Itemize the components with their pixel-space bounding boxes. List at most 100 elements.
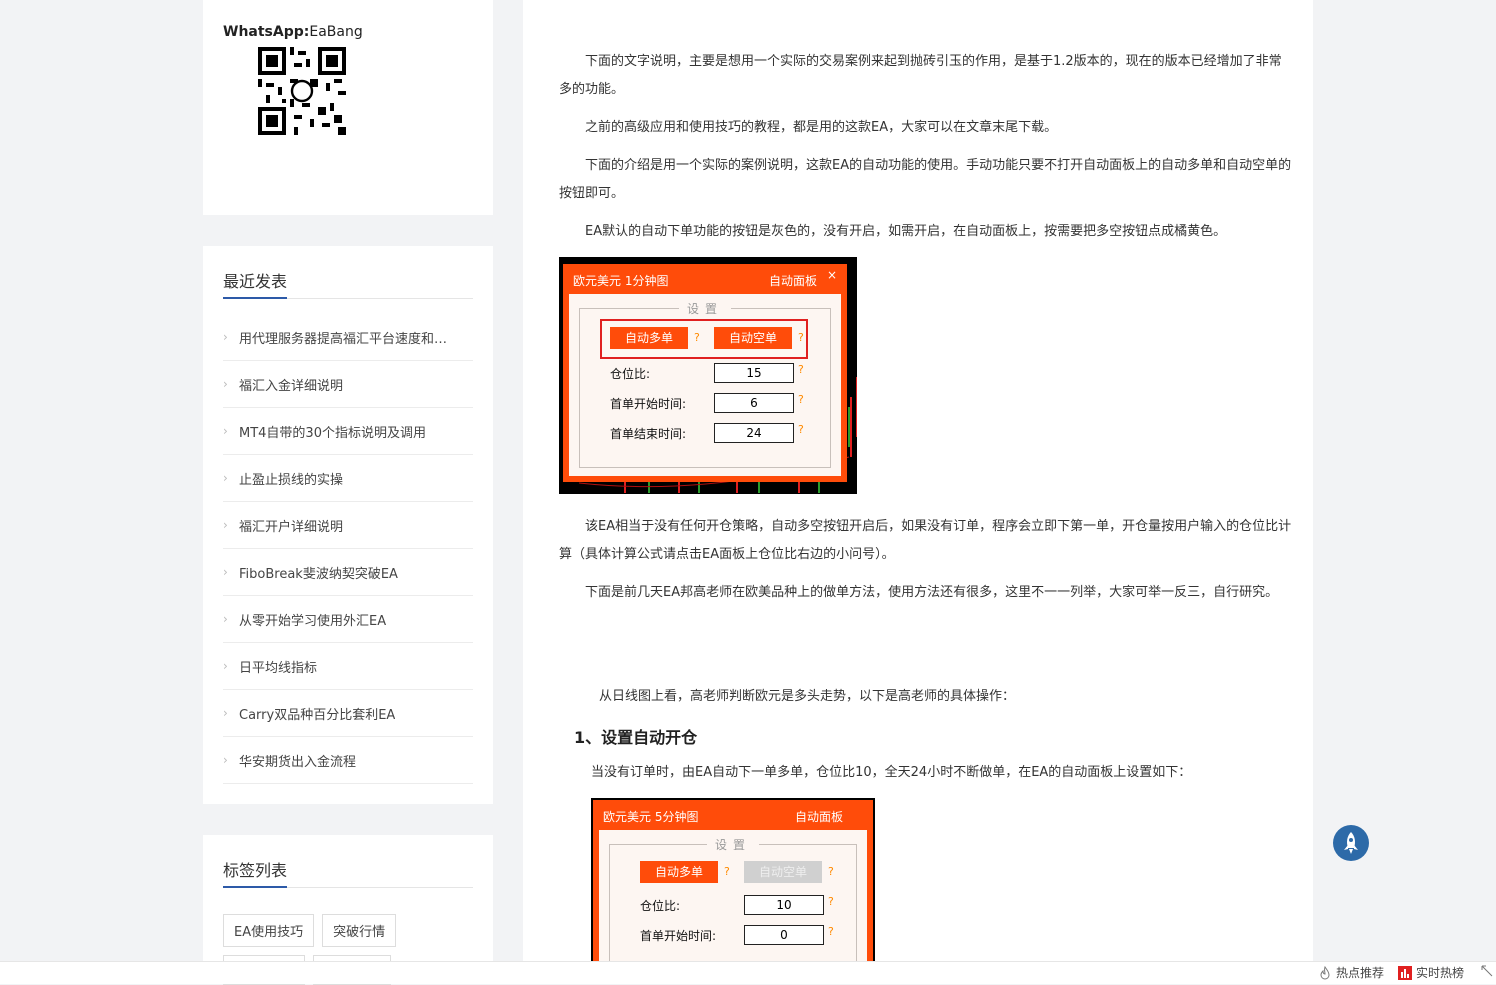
list-item[interactable]: › 华安期货出入金流程 [223, 737, 473, 784]
panel-header: 欧元美元 5分钟图 自动面板 [595, 802, 871, 826]
position-ratio-label: 仓位比: [640, 899, 681, 913]
back-to-top-button[interactable] [1333, 825, 1369, 861]
tag-ea-tips[interactable]: EA使用技巧 [223, 914, 315, 947]
list-item[interactable]: › 日平均线指标 [223, 643, 473, 690]
chevron-right-icon: › [223, 377, 228, 391]
ea-panel-screenshot-1: 欧元美元 1分钟图 自动面板 × 设置 自动多单 ? 自动空单 ? 仓位比: 1… [559, 257, 857, 494]
chevron-right-icon: › [223, 518, 228, 532]
auto-long-button[interactable]: 自动多单 [610, 327, 688, 349]
bar-chart-icon [1398, 965, 1412, 980]
whatsapp-card: WhatsApp:EaBang [203, 0, 493, 215]
section-heading: 1、设置自动开仓 [574, 728, 698, 747]
auto-short-button[interactable]: 自动空单 [744, 861, 822, 883]
first-order-start-label: 首单开始时间: [640, 929, 717, 943]
bottom-toolbar: 热点推荐 实时热榜 [0, 961, 1496, 984]
tags-title: 标签列表 [223, 861, 288, 880]
settings-legend: 设置 [678, 300, 732, 317]
chevron-right-icon: › [223, 612, 228, 626]
whatsapp-label: WhatsApp:EaBang [223, 24, 363, 40]
first-order-start-input[interactable]: 6 [714, 393, 794, 413]
title-underline [223, 886, 473, 888]
post-link[interactable]: Carry双品种百分比套利EA [239, 704, 395, 723]
realtime-hot-link[interactable]: 实时热榜 [1398, 964, 1464, 981]
list-item[interactable]: › 福汇开户详细说明 [223, 502, 473, 549]
first-order-end-input[interactable]: 24 [714, 423, 794, 443]
paragraph: EA默认的自动下单功能的按钮是灰色的，没有开启，如需开启，在自动面板上，按需要把… [585, 224, 1227, 239]
close-icon[interactable]: × [827, 268, 837, 282]
panel-header: 欧元美元 1分钟图 自动面板 × [565, 266, 845, 290]
post-link[interactable]: 福汇开户详细说明 [239, 516, 343, 535]
title-underline [223, 297, 473, 299]
help-icon[interactable]: ? [828, 925, 834, 938]
first-order-end-label: 首单结束时间: [610, 427, 687, 441]
list-item[interactable]: › 福汇入金详细说明 [223, 361, 473, 408]
chevron-right-icon: › [223, 753, 228, 767]
panel-body: 设置 自动多单 ? 自动空单 ? 仓位比: 15 ? 首单开始时间: 6 ? 首… [569, 294, 841, 476]
first-order-start-input[interactable]: 0 [744, 925, 824, 945]
article-body: 下面的文字说明，主要是想用一个实际的交易案例来起到抛砖引玉的作用，是基于1.2版… [523, 0, 1313, 983]
help-icon[interactable]: ? [798, 363, 804, 376]
recent-posts-card: 最近发表 › 用代理服务器提高福汇平台速度和… › 福汇入金详细说明 › MT4自带的… [203, 246, 493, 804]
whatsapp-qr-code [258, 47, 346, 135]
list-item[interactable]: › MT4自带的30个指标说明及调用 [223, 408, 473, 455]
paragraph: 下面是前几天EA邦高老师在欧美品种上的做单方法，使用方法还有很多，这里不一一列举… [585, 585, 1279, 600]
position-ratio-input[interactable]: 10 [744, 895, 824, 915]
list-item[interactable]: › Carry双品种百分比套利EA [223, 690, 473, 737]
panel-chart-title: 欧元美元 5分钟图 [603, 810, 699, 824]
tags-card: 标签列表 EA使用技巧 突破行情 [203, 835, 493, 985]
list-item[interactable]: › 用代理服务器提高福汇平台速度和… [223, 314, 473, 361]
settings-group: 设置 自动多单 ? 自动空单 ? 仓位比: 10 ? 首单开始时间: 0 ? [609, 836, 857, 961]
help-icon[interactable]: ? [798, 393, 804, 406]
hot-recommend-link[interactable]: 热点推荐 [1318, 964, 1384, 981]
help-icon[interactable]: ? [798, 331, 804, 344]
chevron-right-icon: › [223, 565, 228, 579]
ea-auto-panel: 欧元美元 5分钟图 自动面板 设置 自动多单 ? 自动空单 ? 仓位比: 10 … [593, 800, 873, 961]
auto-short-button[interactable]: 自动空单 [714, 327, 792, 349]
post-link[interactable]: 华安期货出入金流程 [239, 751, 356, 770]
help-icon[interactable]: ? [828, 895, 834, 908]
ea-panel-screenshot-2: 欧元美元 5分钟图 自动面板 设置 自动多单 ? 自动空单 ? 仓位比: 10 … [591, 798, 875, 961]
settings-legend: 设置 [706, 836, 760, 853]
tag-breakout[interactable]: 突破行情 [322, 914, 397, 947]
realtime-hot-label: 实时热榜 [1416, 966, 1465, 980]
paragraph: 下面的文字说明，主要是想用一个实际的交易案例来起到抛砖引玉的作用，是基于1.2版… [559, 54, 1282, 97]
help-icon[interactable]: ? [694, 331, 700, 344]
list-item[interactable]: › 从零开始学习使用外汇EA [223, 596, 473, 643]
help-icon[interactable]: ? [724, 865, 730, 878]
post-link[interactable]: 日平均线指标 [239, 657, 317, 676]
help-icon[interactable]: ? [828, 865, 834, 878]
chevron-right-icon: › [223, 330, 228, 344]
rocket-icon [1344, 832, 1358, 854]
recent-posts-title: 最近发表 [223, 272, 288, 291]
panel-title: 自动面板 [794, 810, 843, 824]
chevron-right-icon: › [223, 424, 228, 438]
panel-title: 自动面板 [768, 274, 817, 288]
chevron-right-icon: › [223, 706, 228, 720]
expand-icon [1481, 965, 1493, 977]
whatsapp-id: EaBang [309, 24, 363, 40]
post-link[interactable]: 从零开始学习使用外汇EA [239, 610, 386, 629]
list-item[interactable]: › FiboBreak斐波纳契突破EA [223, 549, 473, 596]
help-icon[interactable]: ? [798, 423, 804, 436]
hot-recommend-label: 热点推荐 [1336, 966, 1385, 980]
post-link[interactable]: 福汇入金详细说明 [239, 375, 343, 394]
whatsapp-label-key: WhatsApp: [223, 24, 310, 40]
list-item[interactable]: › 止盈止损线的实操 [223, 455, 473, 502]
post-link[interactable]: 止盈止损线的实操 [239, 469, 343, 488]
chevron-right-icon: › [223, 659, 228, 673]
panel-chart-title: 欧元美元 1分钟图 [573, 274, 669, 288]
position-ratio-label: 仓位比: [610, 367, 651, 381]
position-ratio-input[interactable]: 15 [714, 363, 794, 383]
paragraph: 当没有订单时，由EA自动下一单多单，仓位比10，全天24小时不断做单，在EA的自… [591, 765, 1192, 780]
first-order-start-label: 首单开始时间: [610, 397, 687, 411]
expand-link[interactable] [1480, 964, 1494, 978]
post-link[interactable]: MT4自带的30个指标说明及调用 [239, 422, 426, 441]
settings-group: 设置 自动多单 ? 自动空单 ? 仓位比: 15 ? 首单开始时间: 6 ? 首… [579, 300, 831, 468]
flame-icon [1320, 965, 1330, 979]
auto-long-button[interactable]: 自动多单 [640, 861, 718, 883]
recent-posts-list: › 用代理服务器提高福汇平台速度和… › 福汇入金详细说明 › MT4自带的30个指标… [223, 314, 473, 784]
post-link[interactable]: 用代理服务器提高福汇平台速度和… [239, 328, 447, 347]
panel-body: 设置 自动多单 ? 自动空单 ? 仓位比: 10 ? 首单开始时间: 0 ? [599, 830, 867, 961]
ea-auto-panel: 欧元美元 1分钟图 自动面板 × 设置 自动多单 ? 自动空单 ? 仓位比: 1… [563, 264, 847, 482]
post-link[interactable]: FiboBreak斐波纳契突破EA [239, 563, 398, 582]
